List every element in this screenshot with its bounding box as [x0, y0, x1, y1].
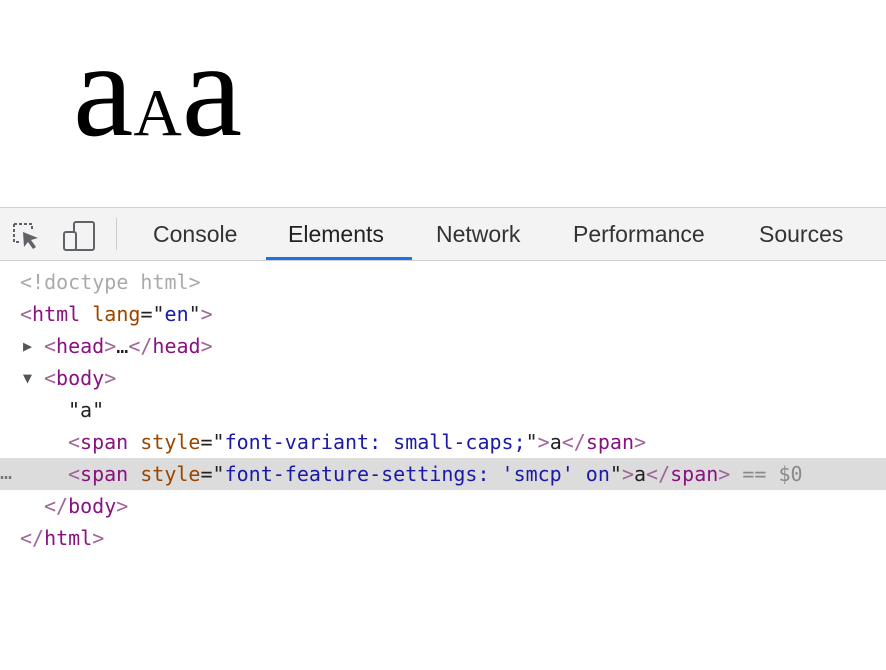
- attr-name: style: [140, 462, 201, 486]
- ellipsis: …: [116, 334, 129, 358]
- quote: ": [525, 430, 538, 454]
- dom-node-text[interactable]: "a": [0, 394, 886, 426]
- attr-name: lang: [92, 302, 141, 326]
- toolbar-divider: [116, 218, 117, 250]
- bracket: </: [646, 462, 671, 486]
- tag-name: html: [44, 526, 93, 550]
- bracket: >: [621, 462, 634, 486]
- tag-name: span: [670, 462, 719, 486]
- quote: ": [212, 462, 225, 486]
- bracket: >: [104, 366, 117, 390]
- span-smcp: <span style="font-feature-settings: 'smc…: [68, 458, 803, 490]
- bracket: </: [128, 334, 153, 358]
- tab-network[interactable]: Network: [414, 208, 542, 261]
- dom-node-body-close[interactable]: </body>: [0, 490, 886, 522]
- preview-text: aaa: [73, 22, 242, 171]
- attr-eq: =: [200, 462, 213, 486]
- tag-name: span: [80, 430, 129, 454]
- attr-value: font-variant: small-caps;: [224, 430, 526, 454]
- page: aaa Console Elements Network Performance…: [0, 0, 886, 670]
- bracket: </: [44, 494, 69, 518]
- doctype-text: <!doctype html>: [20, 270, 201, 294]
- quote: ": [188, 302, 201, 326]
- preview-char-smcp: a: [181, 15, 243, 165]
- body-close-tag: </body>: [44, 490, 128, 522]
- bracket: <: [20, 302, 33, 326]
- html-close-tag: </html>: [20, 522, 104, 554]
- tab-performance[interactable]: Performance: [551, 208, 727, 261]
- bracket: >: [116, 494, 129, 518]
- bracket: <: [44, 334, 57, 358]
- attr-name: style: [140, 430, 201, 454]
- bracket: >: [104, 334, 117, 358]
- text-value: a: [80, 398, 93, 422]
- quote: ": [212, 430, 225, 454]
- tab-elements[interactable]: Elements: [266, 208, 412, 261]
- preview-char-plain: a: [73, 15, 134, 165]
- dom-node-head[interactable]: ▶ <head>…</head>: [0, 330, 886, 362]
- dom-node-span-small-caps[interactable]: <span style="font-variant: small-caps;">…: [0, 426, 886, 458]
- bracket: <: [44, 366, 57, 390]
- bracket: </: [561, 430, 586, 454]
- tag-name: head: [56, 334, 105, 358]
- attr-value: en: [164, 302, 189, 326]
- quote: ": [68, 398, 81, 422]
- tag-name: head: [152, 334, 201, 358]
- expand-triangle-icon[interactable]: ▶: [23, 330, 32, 362]
- tab-console[interactable]: Console: [131, 208, 259, 261]
- rendered-page-preview: aaa: [0, 0, 886, 207]
- tab-sources[interactable]: Sources: [737, 208, 865, 261]
- span-small-caps: <span style="font-variant: small-caps;">…: [68, 426, 646, 458]
- selected-node-marker: == $0: [742, 462, 803, 486]
- tag-name: html: [32, 302, 81, 326]
- preview-char-small-caps: a: [133, 50, 182, 156]
- text-node: "a": [68, 394, 104, 426]
- device-toolbar-icon[interactable]: [60, 220, 95, 252]
- html-open-tag: <html lang="en">: [20, 298, 213, 330]
- dom-node-html[interactable]: <html lang="en">: [0, 298, 886, 330]
- quote: ": [152, 302, 165, 326]
- dom-node-body[interactable]: ▼ <body>: [0, 362, 886, 394]
- bracket: >: [718, 462, 731, 486]
- attr-value: font-feature-settings: 'smcp' on: [224, 462, 610, 486]
- more-actions-icon[interactable]: …: [0, 456, 12, 488]
- bracket: >: [634, 430, 647, 454]
- tag-name: body: [56, 366, 105, 390]
- bracket: >: [92, 526, 105, 550]
- bracket: <: [68, 430, 81, 454]
- bracket: <: [68, 462, 81, 486]
- tag-name: span: [585, 430, 635, 454]
- body-open-tag: <body>: [44, 362, 116, 394]
- attr-eq: =: [140, 302, 153, 326]
- quote: ": [92, 398, 105, 422]
- bracket: >: [537, 430, 550, 454]
- inspect-element-icon[interactable]: [10, 220, 42, 252]
- dom-node-html-close[interactable]: </html>: [0, 522, 886, 554]
- head-collapsed: <head>…</head>: [44, 330, 213, 362]
- quote: ": [609, 462, 622, 486]
- active-tab-indicator: [266, 257, 412, 260]
- bracket: >: [200, 302, 213, 326]
- bracket: </: [20, 526, 45, 550]
- bracket: >: [200, 334, 213, 358]
- dom-node-doctype[interactable]: <!doctype html>: [0, 266, 886, 298]
- dom-node-span-smcp-selected[interactable]: … <span style="font-feature-settings: 's…: [0, 458, 886, 490]
- devtools-toolbar: Console Elements Network Performance Sou…: [0, 207, 886, 261]
- tag-name: body: [68, 494, 117, 518]
- collapse-triangle-icon[interactable]: ▼: [23, 362, 32, 394]
- attr-eq: =: [200, 430, 213, 454]
- span-text: a: [549, 430, 562, 454]
- tag-name: span: [80, 462, 129, 486]
- span-text: a: [633, 462, 647, 486]
